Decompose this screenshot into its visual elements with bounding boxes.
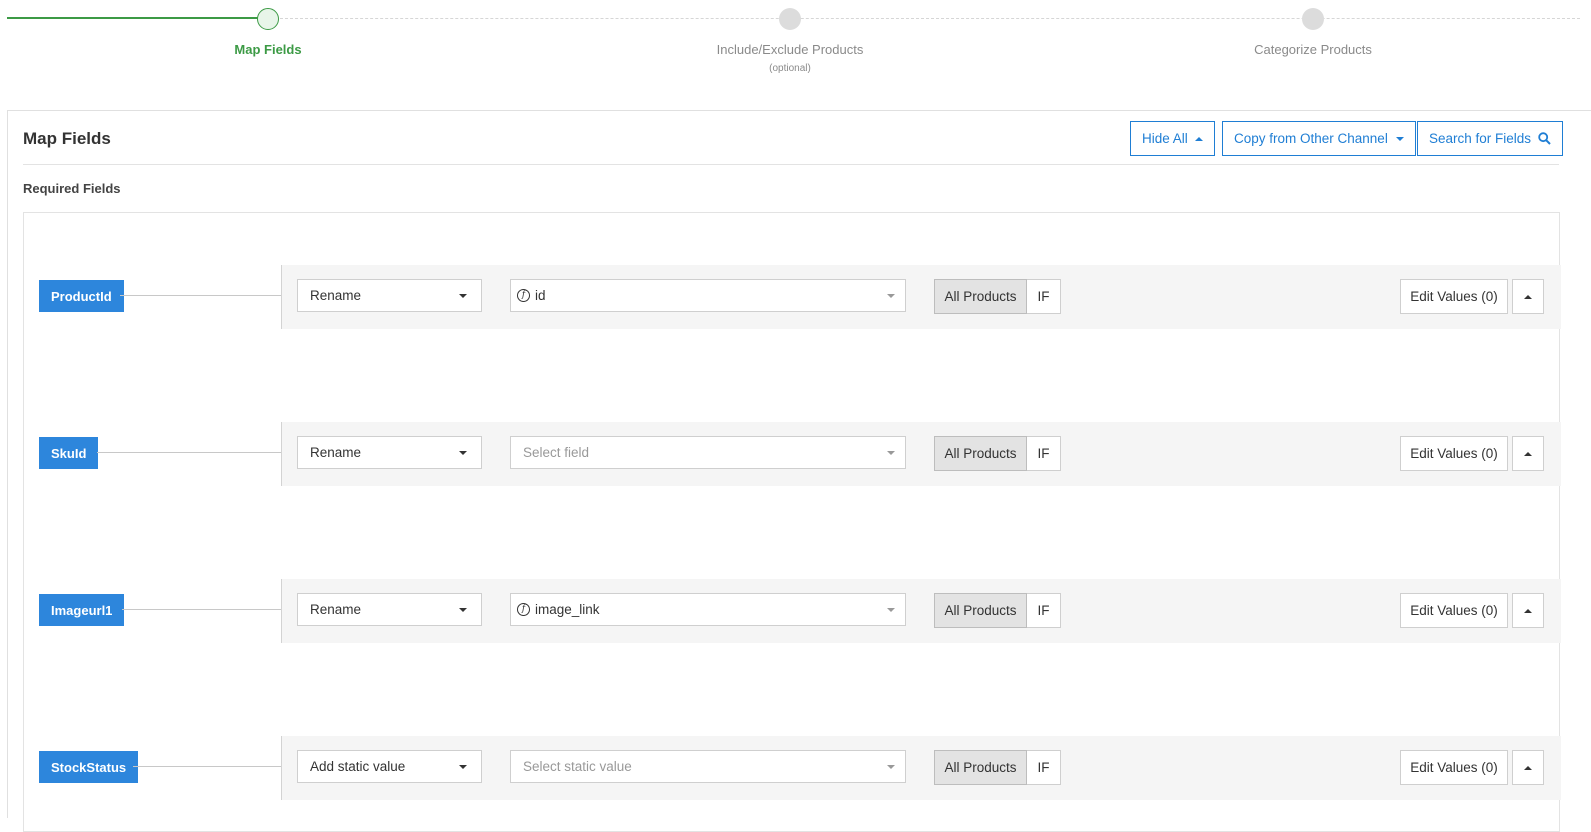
wizard-stepper: Map Fields Include/Exclude Products (opt…	[0, 0, 1591, 110]
all-products-button[interactable]: All Products	[934, 436, 1027, 471]
chevron-down-icon	[459, 451, 467, 455]
map-fields-panel: Map Fields Hide All Copy from Other Chan…	[7, 110, 1591, 832]
function-icon: f	[517, 289, 530, 302]
caret-up-icon	[1194, 136, 1203, 141]
action-value: Rename	[310, 602, 362, 617]
step-include-exclude[interactable]: Include/Exclude Products (optional)	[670, 8, 910, 74]
chevron-down-icon	[887, 294, 895, 298]
if-condition-button[interactable]: IF	[1027, 593, 1061, 628]
row-connector	[120, 295, 282, 296]
field-name-tag: ProductId	[39, 280, 124, 312]
required-fields-list: ProductId Rename f id All Products IF Ed…	[23, 212, 1561, 832]
caret-up-icon	[1524, 294, 1532, 299]
chevron-down-icon	[459, 765, 467, 769]
edit-values-button[interactable]: Edit Values (0)	[1400, 593, 1508, 628]
all-products-button[interactable]: All Products	[934, 593, 1027, 628]
step-indicator-icon	[779, 8, 801, 30]
source-field-select[interactable]: f image_link	[510, 593, 906, 626]
chevron-down-icon	[459, 294, 467, 298]
search-icon	[1538, 132, 1551, 145]
function-icon: f	[517, 603, 530, 616]
field-row: SkuId Rename Select field All Products I…	[24, 422, 1561, 486]
copy-from-label: Copy from Other Channel	[1234, 131, 1388, 146]
source-field-value: id	[535, 288, 546, 303]
chevron-down-icon	[887, 451, 895, 455]
action-select[interactable]: Rename	[297, 436, 482, 469]
header-divider	[23, 164, 1559, 165]
row-connector	[97, 452, 282, 453]
if-condition-button[interactable]: IF	[1027, 436, 1061, 471]
action-value: Rename	[310, 445, 362, 460]
action-value: Rename	[310, 288, 362, 303]
search-label: Search for Fields	[1429, 131, 1532, 146]
field-row: Imageurl1 Rename f image_link All Produc…	[24, 579, 1561, 643]
caret-up-icon	[1524, 765, 1532, 770]
step-map-fields[interactable]: Map Fields	[148, 8, 388, 57]
caret-up-icon	[1524, 608, 1532, 613]
scope-toggle: All Products IF	[934, 593, 1061, 628]
source-field-select[interactable]: Select field	[510, 436, 906, 469]
all-products-button[interactable]: All Products	[934, 750, 1027, 785]
step-indicator-icon	[257, 8, 279, 30]
edit-values-button[interactable]: Edit Values (0)	[1400, 279, 1508, 314]
source-field-select[interactable]: f id	[510, 279, 906, 312]
field-row-controls: Add static value Select static value All…	[281, 736, 1561, 800]
hide-all-button[interactable]: Hide All	[1130, 121, 1215, 156]
field-row-controls: Rename f id All Products IF Edit Values …	[281, 265, 1561, 329]
copy-from-other-channel-button[interactable]: Copy from Other Channel	[1222, 121, 1416, 156]
field-row-controls: Rename Select field All Products IF Edit…	[281, 422, 1561, 486]
edit-values-button[interactable]: Edit Values (0)	[1400, 750, 1508, 785]
required-fields-heading: Required Fields	[23, 181, 121, 196]
if-condition-button[interactable]: IF	[1027, 750, 1061, 785]
collapse-row-button[interactable]	[1512, 593, 1544, 628]
static-value-select[interactable]: Select static value	[510, 750, 906, 783]
action-value: Add static value	[310, 759, 406, 774]
action-select[interactable]: Add static value	[297, 750, 482, 783]
field-name-tag: Imageurl1	[39, 594, 125, 626]
row-connector	[122, 609, 282, 610]
scope-toggle: All Products IF	[934, 279, 1061, 314]
all-products-button[interactable]: All Products	[934, 279, 1027, 314]
source-field-value: image_link	[535, 602, 600, 617]
step-indicator-icon	[1302, 8, 1324, 30]
chevron-down-icon	[887, 765, 895, 769]
step-sublabel: (optional)	[769, 63, 811, 74]
scope-toggle: All Products IF	[934, 436, 1061, 471]
edit-values-button[interactable]: Edit Values (0)	[1400, 436, 1508, 471]
step-label: Include/Exclude Products	[716, 42, 864, 57]
step-label: Categorize Products	[1254, 42, 1372, 57]
field-row: ProductId Rename f id All Products IF Ed…	[24, 265, 1561, 329]
field-name-tag: StockStatus	[39, 751, 139, 783]
chevron-down-icon	[459, 608, 467, 612]
collapse-row-button[interactable]	[1512, 279, 1544, 314]
static-value-placeholder: Select static value	[523, 759, 632, 774]
caret-up-icon	[1524, 451, 1532, 456]
chevron-down-icon	[887, 608, 895, 612]
source-field-placeholder: Select field	[523, 445, 590, 460]
scope-toggle: All Products IF	[934, 750, 1061, 785]
collapse-row-button[interactable]	[1512, 750, 1544, 785]
field-row: StockStatus Add static value Select stat…	[24, 736, 1561, 800]
action-select[interactable]: Rename	[297, 279, 482, 312]
hide-all-label: Hide All	[1142, 131, 1188, 146]
field-row-controls: Rename f image_link All Products IF Edit…	[281, 579, 1561, 643]
panel-title: Map Fields	[23, 129, 111, 148]
caret-down-icon	[1395, 136, 1404, 141]
row-connector	[133, 766, 282, 767]
if-condition-button[interactable]: IF	[1027, 279, 1061, 314]
action-select[interactable]: Rename	[297, 593, 482, 626]
collapse-row-button[interactable]	[1512, 436, 1544, 471]
field-name-tag: SkuId	[39, 437, 99, 469]
step-categorize[interactable]: Categorize Products	[1193, 8, 1433, 57]
step-label: Map Fields	[234, 42, 302, 57]
search-for-fields-button[interactable]: Search for Fields	[1417, 121, 1564, 156]
